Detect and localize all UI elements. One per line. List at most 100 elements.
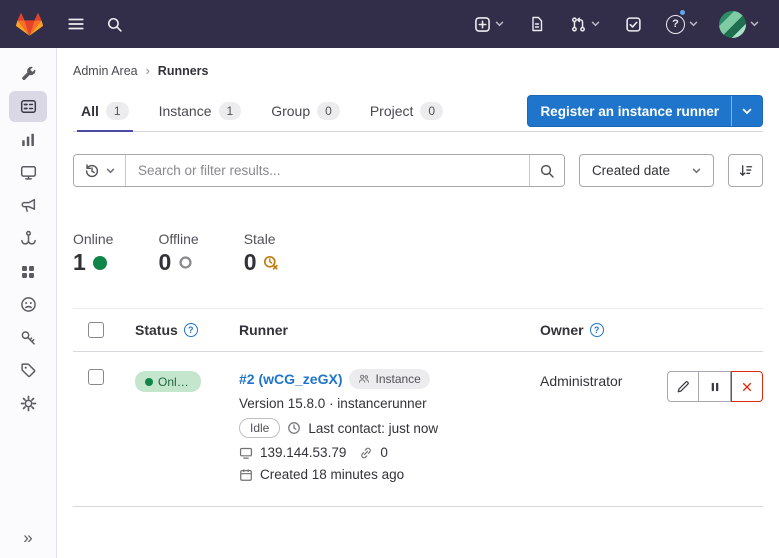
column-header-owner: Owner: [540, 322, 584, 338]
stat-value: 0: [158, 249, 171, 276]
pause-runner-button[interactable]: [699, 371, 731, 402]
sidebar-item-messages[interactable]: [9, 190, 47, 221]
key-icon: [20, 329, 37, 346]
help-icon: ?: [666, 15, 685, 34]
topbar-right-group: ?: [470, 7, 763, 42]
hook-icon: [20, 230, 37, 247]
avatar: [719, 11, 746, 38]
tab-group[interactable]: Group 0: [263, 91, 348, 131]
stat-offline: Offline 0: [158, 231, 198, 276]
runner-created: Created 18 minutes ago: [260, 467, 404, 482]
runner-row: Online #2 (wCG_zeGX) Instance Version 15: [73, 352, 763, 507]
hamburger-menu-icon[interactable]: [60, 8, 92, 40]
column-header-status: Status: [135, 322, 178, 338]
search-submit-button[interactable]: [529, 155, 564, 186]
sidebar-item-monitoring[interactable]: [9, 157, 47, 188]
chevron-down-icon: [689, 21, 698, 27]
runner-status-text: Online: [158, 375, 191, 389]
stat-stale: Stale 0: [244, 231, 280, 276]
runner-actions: [666, 369, 763, 402]
breadcrumb-separator: ›: [146, 64, 150, 78]
applications-grid-icon: [20, 264, 36, 280]
screen-icon: [239, 446, 253, 460]
sidebar-item-admin-overview[interactable]: [9, 58, 47, 89]
stat-value: 0: [244, 249, 257, 276]
tab-instance[interactable]: Instance 1: [151, 91, 250, 131]
face-icon: [20, 296, 37, 313]
sidebar-item-credentials[interactable]: [9, 322, 47, 353]
runner-tabs-row: All 1 Instance 1 Group 0 Project 0 Regis…: [73, 91, 763, 132]
tab-project[interactable]: Project 0: [362, 91, 451, 131]
chevron-down-icon: [692, 168, 701, 174]
select-all-checkbox[interactable]: [88, 322, 104, 338]
tab-label: Instance: [159, 103, 212, 119]
sidebar-item-applications[interactable]: [9, 256, 47, 287]
breadcrumb-current: Runners: [158, 64, 209, 78]
runner-link[interactable]: #2 (wCG_zeGX): [239, 371, 342, 387]
runner-ip-address: 139.144.53.79: [260, 445, 346, 460]
runner-type-badge: Instance: [349, 369, 429, 389]
search-input[interactable]: [126, 155, 529, 186]
status-help-icon[interactable]: ?: [184, 323, 198, 337]
select-runner-checkbox[interactable]: [88, 369, 104, 385]
runner-link-count: 0: [380, 445, 388, 460]
issues-icon[interactable]: [521, 8, 553, 40]
sidebar-item-overview[interactable]: [9, 91, 47, 122]
runners-table: Status ? Runner Owner ? Online: [73, 308, 763, 507]
sort-by-dropdown[interactable]: Created date: [579, 154, 714, 187]
chevron-down-icon[interactable]: [731, 96, 762, 126]
tab-label: Project: [370, 103, 414, 119]
search-icon[interactable]: [98, 8, 130, 40]
tab-count-badge: 1: [106, 102, 129, 120]
history-icon: [84, 163, 100, 179]
gitlab-logo[interactable]: [12, 8, 46, 40]
sort-direction-button[interactable]: [728, 154, 763, 187]
calendar-icon: [239, 468, 253, 482]
gear-icon: [20, 395, 37, 412]
delete-runner-button[interactable]: [731, 371, 763, 402]
stat-label: Stale: [244, 231, 280, 247]
runner-status-badge: Online: [135, 371, 201, 392]
close-icon: [741, 381, 753, 393]
chevron-down-icon: [591, 21, 600, 27]
chevron-down-icon: [750, 21, 759, 27]
sidebar-collapse-button[interactable]: »: [0, 528, 56, 548]
register-instance-runner-button[interactable]: Register an instance runner: [527, 95, 763, 127]
admin-sidebar: »: [0, 48, 57, 558]
tab-count-badge: 0: [420, 102, 443, 120]
sort-descending-icon: [738, 163, 753, 178]
page-layout: » Admin Area › Runners All 1 Instance 1 …: [0, 48, 779, 558]
owner-help-icon[interactable]: ?: [590, 323, 604, 337]
search-history-dropdown[interactable]: [74, 155, 126, 186]
breadcrumb-admin-area-link[interactable]: Admin Area: [73, 64, 138, 78]
chevron-down-icon: [106, 168, 115, 174]
stale-clock-icon: [263, 255, 279, 271]
help-menu-button[interactable]: ?: [662, 11, 702, 38]
plus-square-icon: [474, 16, 491, 33]
sidebar-item-analytics[interactable]: [9, 124, 47, 155]
people-icon: [358, 373, 370, 385]
sidebar-item-system-hooks[interactable]: [9, 223, 47, 254]
tab-count-badge: 1: [219, 102, 242, 120]
sidebar-item-labels[interactable]: [9, 355, 47, 386]
megaphone-icon: [20, 197, 37, 214]
merge-request-icon: [570, 16, 587, 33]
tab-all[interactable]: All 1: [73, 91, 137, 131]
link-icon: [359, 446, 373, 460]
merge-requests-button[interactable]: [566, 12, 604, 37]
user-menu-button[interactable]: [715, 7, 763, 42]
stat-online: Online 1: [73, 231, 113, 276]
sidebar-item-abuse-reports[interactable]: [9, 289, 47, 320]
table-header: Status ? Runner Owner ?: [73, 308, 763, 352]
todos-check-icon[interactable]: [617, 8, 649, 40]
pause-icon: [709, 381, 721, 393]
tab-label: All: [81, 103, 99, 119]
monitor-icon: [20, 164, 37, 181]
tab-count-badge: 0: [317, 102, 340, 120]
new-menu-button[interactable]: [470, 12, 508, 37]
filtered-search: [73, 154, 565, 187]
runner-last-contact: Last contact: just now: [308, 421, 438, 436]
sidebar-item-settings[interactable]: [9, 388, 47, 419]
edit-runner-button[interactable]: [667, 371, 699, 402]
wrench-icon: [20, 65, 37, 82]
